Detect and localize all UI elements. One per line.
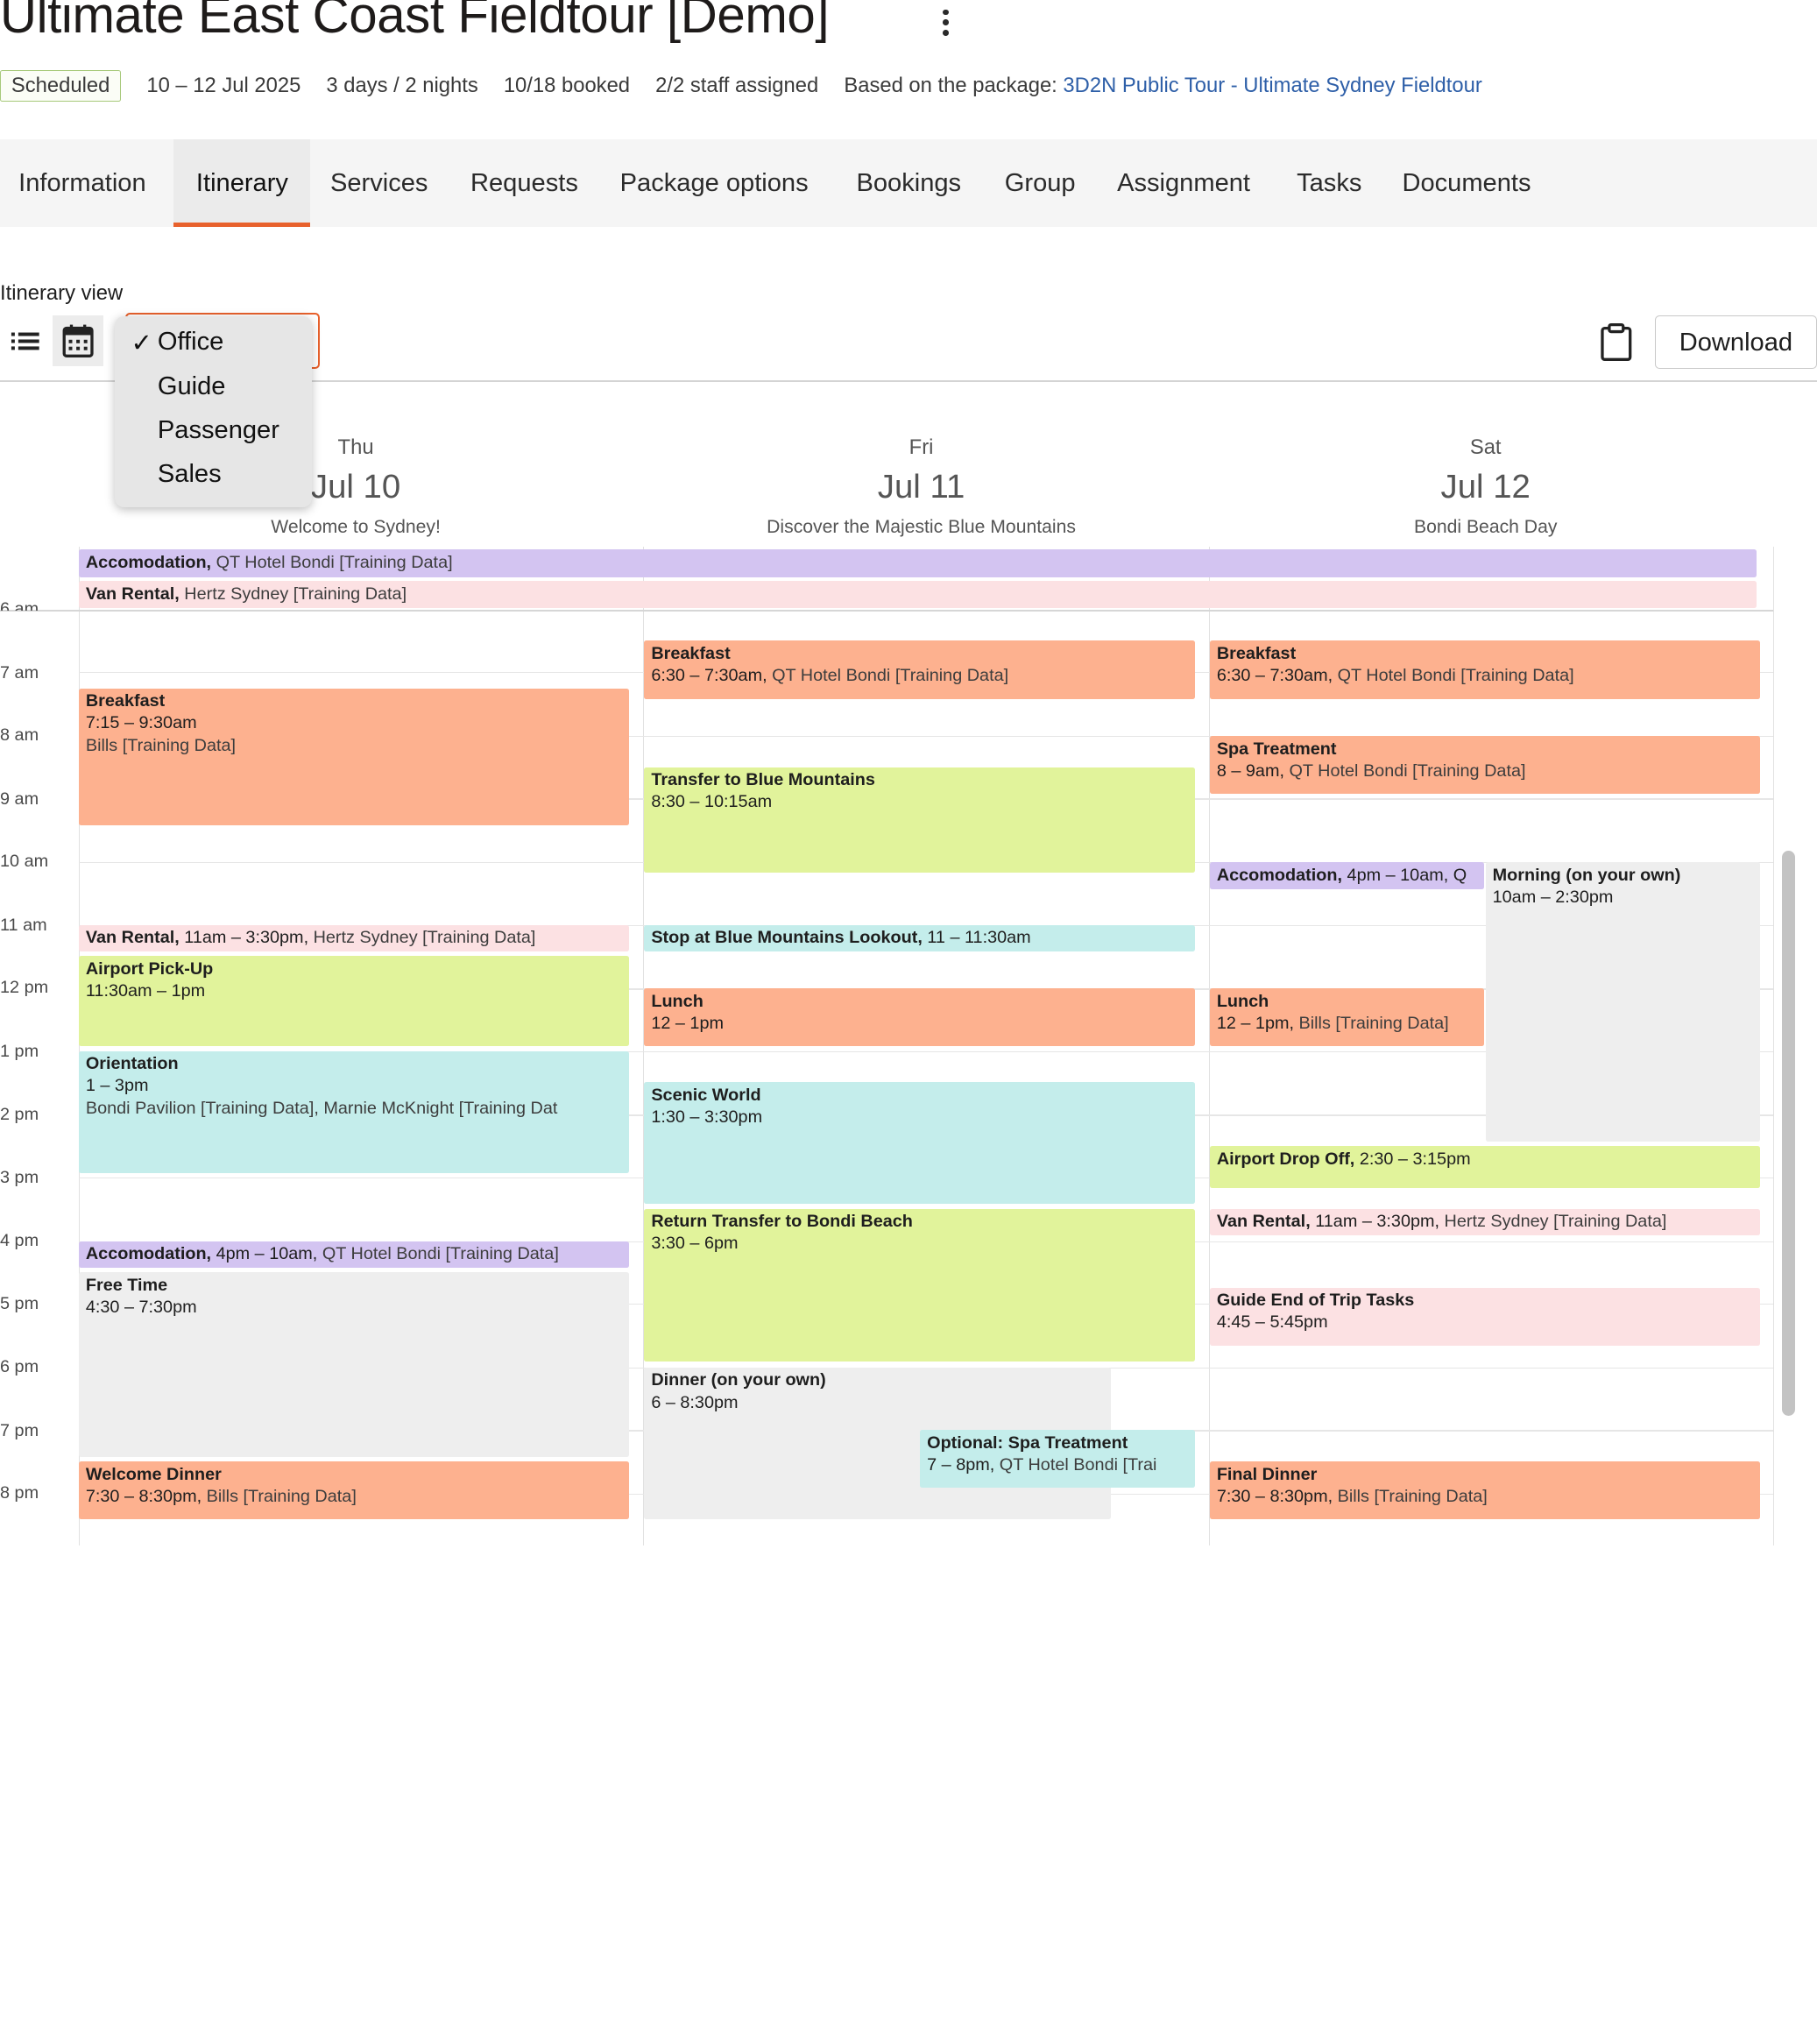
download-button[interactable]: Download (1654, 315, 1817, 369)
tab-services[interactable]: Services (330, 139, 428, 228)
hour-label: 7 pm (0, 1420, 39, 1440)
hour-label: 8 am (0, 725, 39, 745)
hour-label: 5 pm (0, 1294, 39, 1314)
allday-accomodation[interactable]: Accomodation, QT Hotel Bondi [Training D… (78, 548, 1757, 577)
booked-count: 10/18 booked (503, 73, 631, 97)
tour-meta: Scheduled 10 – 12 Jul 2025 3 days / 2 ni… (0, 69, 1482, 102)
hour-label: 10 am (0, 852, 49, 872)
hour-label: 7 am (0, 662, 39, 683)
tab-bookings[interactable]: Bookings (856, 139, 961, 228)
itinerary-view-label: Itinerary view (0, 281, 124, 306)
event-fri-scenic-world[interactable]: Scenic World 1:30 – 3:30pm (644, 1082, 1195, 1205)
day-header-fri: Fri Jul 11 Discover the Majestic Blue Mo… (767, 435, 1076, 537)
tour-dates: 10 – 12 Jul 2025 (146, 73, 301, 97)
event-fri-lookout[interactable]: Stop at Blue Mountains Lookout, 11 – 11:… (644, 924, 1195, 951)
event-sat-morning[interactable]: Morning (on your own) 10am – 2:30pm (1485, 862, 1761, 1142)
event-sat-spa-treatment[interactable]: Spa Treatment 8 – 9am, QT Hotel Bondi [T… (1209, 735, 1761, 795)
calendar-view-icon[interactable] (52, 315, 103, 366)
event-sat-final-dinner[interactable]: Final Dinner 7:30 – 8:30pm, Bills [Train… (1209, 1461, 1761, 1520)
view-option-sales[interactable]: Sales (158, 460, 222, 489)
view-dropdown-menu: ✓ Office Guide Passenger Sales (114, 316, 312, 508)
view-option-guide[interactable]: Guide (158, 372, 226, 401)
hour-label: 3 pm (0, 1168, 39, 1188)
hour-label: 2 pm (0, 1104, 39, 1124)
hour-label: 9 am (0, 789, 39, 809)
event-thu-free-time[interactable]: Free Time 4:30 – 7:30pm (78, 1272, 630, 1457)
tab-itinerary[interactable]: Itinerary (173, 138, 311, 228)
status-badge: Scheduled (0, 70, 122, 102)
event-sat-accomodation[interactable]: Accomodation, 4pm – 10am, Q (1209, 862, 1485, 889)
tab-information[interactable]: Information (0, 139, 165, 228)
event-sat-guide-tasks[interactable]: Guide End of Trip Tasks 4:45 – 5:45pm (1209, 1287, 1761, 1346)
hour-label: 11 am (0, 915, 47, 935)
event-sat-van-rental[interactable]: Van Rental, 11am – 3:30pm, Hertz Sydney … (1209, 1208, 1761, 1235)
event-fri-return-transfer[interactable]: Return Transfer to Bondi Beach 3:30 – 6p… (644, 1208, 1195, 1362)
tab-bar: Information Itinerary Services Requests … (0, 138, 1817, 228)
event-thu-welcome-dinner[interactable]: Welcome Dinner 7:30 – 8:30pm, Bills [Tra… (78, 1461, 630, 1520)
event-thu-airport-pickup[interactable]: Airport Pick-Up 11:30am – 1pm (78, 956, 630, 1047)
hour-label: 1 pm (0, 1042, 39, 1062)
page-title: Ultimate East Coast Fieldtour [Demo] (0, 0, 830, 45)
more-options-icon[interactable] (937, 9, 955, 39)
package-link[interactable]: 3D2N Public Tour - Ultimate Sydney Field… (1063, 74, 1481, 98)
event-fri-lunch[interactable]: Lunch 12 – 1pm (644, 988, 1195, 1047)
hour-label: 8 pm (0, 1483, 39, 1503)
event-thu-van-rental[interactable]: Van Rental, 11am – 3:30pm, Hertz Sydney … (78, 924, 630, 951)
event-thu-breakfast[interactable]: Breakfast 7:15 – 9:30am Bills [Training … (78, 688, 630, 825)
tab-documents[interactable]: Documents (1402, 139, 1531, 228)
event-sat-airport-dropoff[interactable]: Airport Drop Off, 2:30 – 3:15pm (1209, 1146, 1761, 1188)
hour-label: 4 pm (0, 1230, 39, 1250)
tab-package-options[interactable]: Package options (620, 139, 809, 228)
tab-requests[interactable]: Requests (470, 139, 578, 228)
view-option-passenger[interactable]: Passenger (158, 416, 279, 445)
event-fri-transfer[interactable]: Transfer to Blue Mountains 8:30 – 10:15a… (644, 767, 1195, 873)
hour-label: 6 pm (0, 1356, 39, 1376)
event-fri-optional-spa[interactable]: Optional: Spa Treatment 7 – 8pm, QT Hote… (920, 1430, 1195, 1489)
tab-group[interactable]: Group (1005, 139, 1076, 228)
view-option-office[interactable]: ✓ Office (131, 328, 223, 357)
event-sat-lunch[interactable]: Lunch 12 – 1pm, Bills [Training Data] (1209, 988, 1485, 1047)
calendar-scrollbar[interactable] (1782, 850, 1795, 1417)
tab-assignment[interactable]: Assignment (1117, 139, 1250, 228)
event-fri-breakfast[interactable]: Breakfast 6:30 – 7:30am, QT Hotel Bondi … (644, 640, 1195, 699)
hour-label: 6 am (0, 598, 39, 612)
allday-van-rental[interactable]: Van Rental, Hertz Sydney [Training Data] (78, 580, 1757, 609)
clipboard-icon[interactable] (1599, 322, 1634, 362)
tab-tasks[interactable]: Tasks (1297, 139, 1361, 228)
event-sat-breakfast[interactable]: Breakfast 6:30 – 7:30am, QT Hotel Bondi … (1209, 640, 1761, 699)
hour-label: 12 pm (0, 978, 49, 998)
event-thu-orientation[interactable]: Orientation 1 – 3pm Bondi Pavilion [Trai… (78, 1050, 630, 1173)
staff-count: 2/2 staff assigned (655, 73, 819, 97)
event-thu-accomodation[interactable]: Accomodation, 4pm – 10am, QT Hotel Bondi… (78, 1241, 630, 1269)
list-view-icon[interactable] (4, 320, 46, 362)
check-icon: ✓ (131, 329, 152, 358)
day-header-sat: Sat Jul 12 Bondi Beach Day (1413, 435, 1558, 537)
tour-duration: 3 days / 2 nights (326, 73, 478, 97)
package-prefix: Based on the package: (844, 73, 1057, 97)
